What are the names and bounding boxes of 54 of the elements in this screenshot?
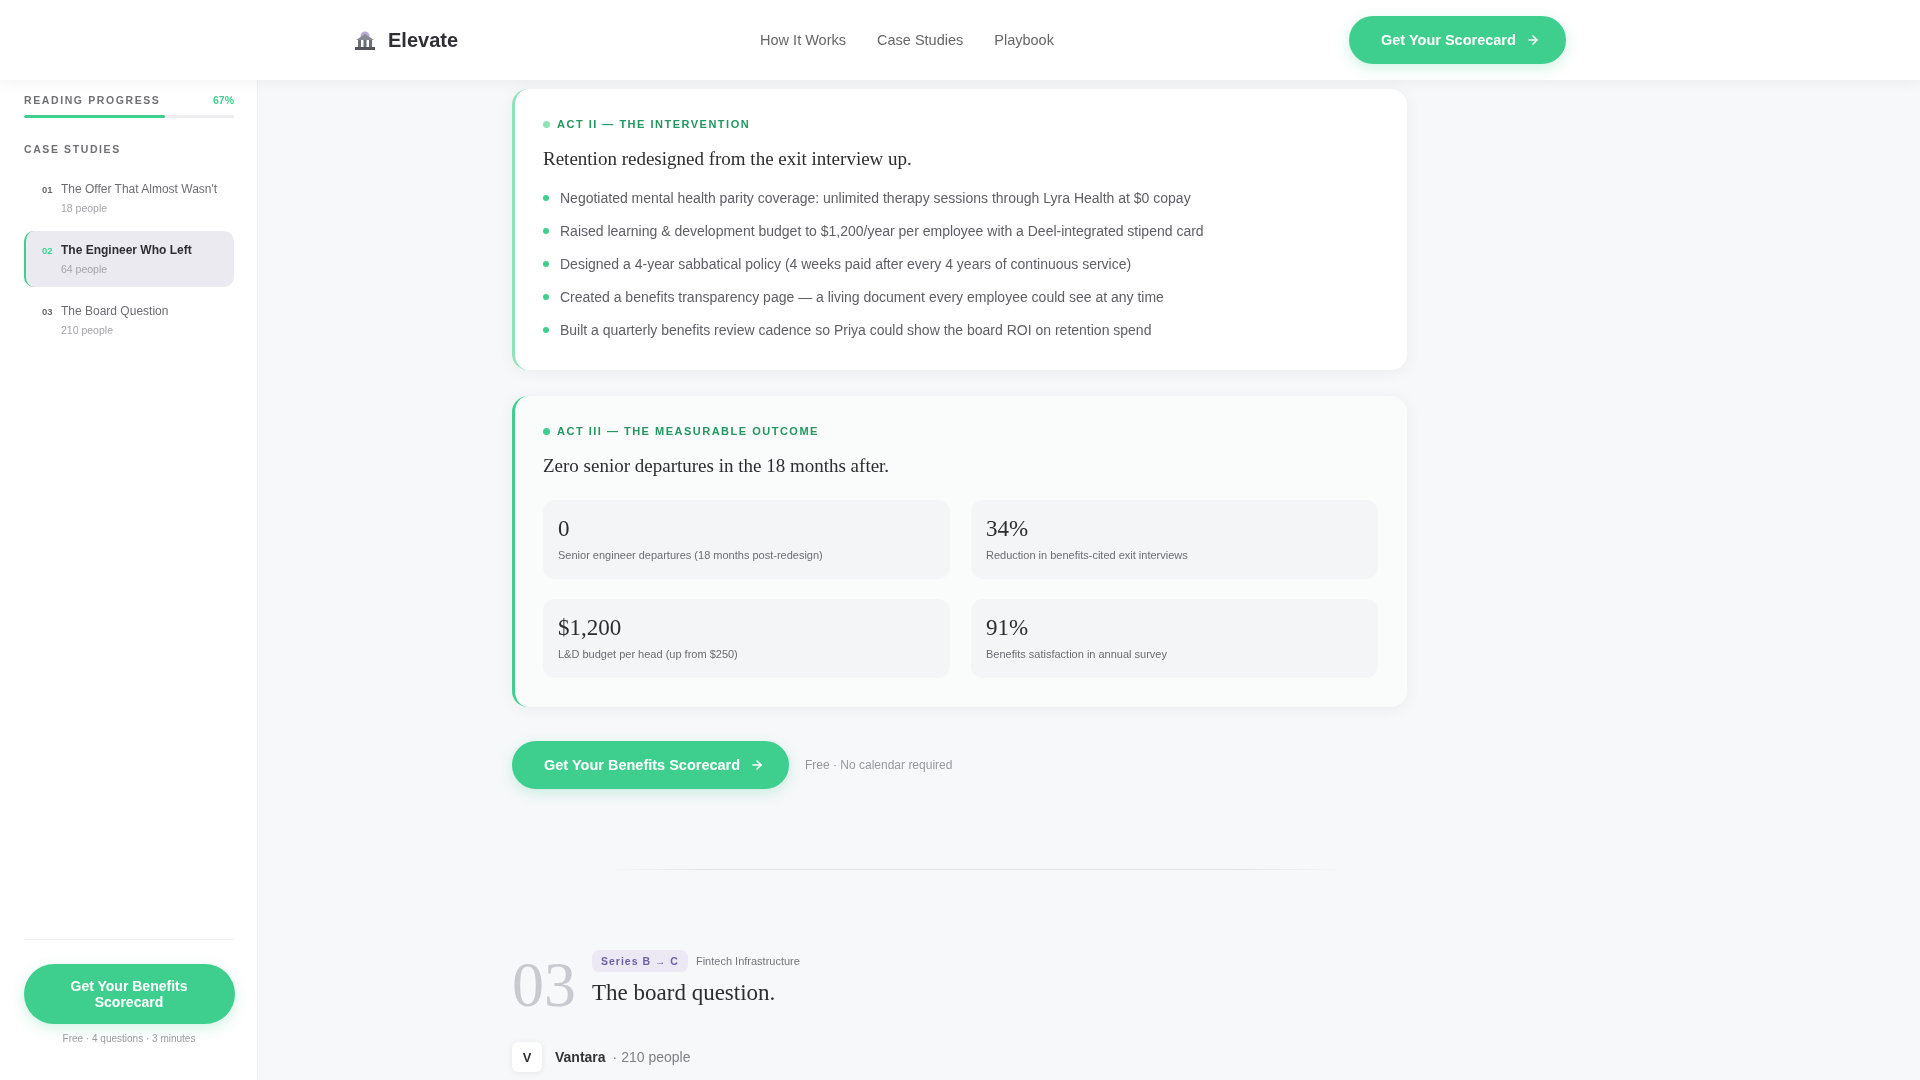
item-number: 01 <box>42 183 54 197</box>
company-meta: · 210 people <box>612 1049 691 1065</box>
progress-label: READING PROGRESS <box>24 94 161 106</box>
bullet-icon <box>543 261 549 267</box>
stat-caption: Reduction in benefits-cited exit interviews <box>986 548 1189 563</box>
bullet-text: Raised learning & development budget to $1,200/year per employee with a Deel-integrated stipend card <box>560 223 1204 239</box>
progress-reading: 67% <box>213 94 234 106</box>
stat-caption: Benefits satisfaction in annual survey <box>986 647 1168 662</box>
act-label: ACT II — THE INTERVENTION <box>557 118 751 130</box>
industry-label: Fintech Infrastructure <box>695 955 800 967</box>
act-headline: Zero senior departures in the 18 months after. <box>543 454 891 478</box>
item-meta: 64 people <box>61 262 109 277</box>
item-meta: 18 people <box>61 201 109 216</box>
case-study-item[interactable]: 01 The Offer That Almost Wasn't 18 people <box>24 170 234 226</box>
case-title: The board question. <box>592 979 777 1007</box>
case-study-item[interactable]: 02 The Engineer Who Left 64 people <box>24 231 234 287</box>
building-icon <box>354 30 376 50</box>
bullet-icon <box>543 195 549 201</box>
bullet-icon <box>543 327 549 333</box>
stat-value: 34% <box>986 515 1030 543</box>
act-headline: Retention redesigned from the exit interview up. <box>543 147 913 171</box>
status-dot-icon <box>543 120 550 128</box>
stat-caption: L&D budget per head (up from $250) <box>558 647 739 662</box>
bullet-text: Designed a 4-year sabbatical policy (4 weeks paid after every 4 years of continuous service) <box>560 256 1132 272</box>
item-title: The Offer That Almost Wasn't <box>61 181 219 198</box>
company-name: Vantara <box>555 1049 606 1065</box>
case-study-item[interactable]: 03 The Board Question 210 people <box>24 292 234 348</box>
item-title: The Board Question <box>61 303 170 320</box>
status-dot-icon <box>543 427 550 435</box>
bullet-icon <box>543 228 549 234</box>
bullet-text: Negotiated mental health parity coverage: unlimited therapy sessions through Lyra Health at $0 copay <box>560 190 1191 206</box>
item-number: 02 <box>42 244 54 258</box>
stat-caption: Senior engineer departures (18 months post-redesign) <box>558 548 824 563</box>
act-label: ACT III — THE MEASURABLE OUTCOME <box>557 425 819 437</box>
item-meta: 210 people <box>61 323 114 338</box>
nav-link[interactable]: Case Studies <box>877 32 964 48</box>
cta-note: Free · No calendar required <box>805 758 953 772</box>
item-title: The Engineer Who Left <box>61 242 193 259</box>
company-initial: V <box>512 1042 542 1072</box>
bullet-text: Created a benefits transparency page — a living document every employee could see at any time <box>560 289 1164 305</box>
arrow-right-icon <box>1525 33 1540 47</box>
item-number: 03 <box>42 305 54 319</box>
section-title: CASE STUDIES <box>24 142 122 156</box>
bullet-icon <box>543 294 549 300</box>
funding-tag: Series B → C <box>592 950 688 972</box>
cta-note: Free · 4 questions · 3 minutes <box>62 1032 196 1046</box>
stat-value: 91% <box>986 614 1030 642</box>
arrow-right-icon <box>750 758 765 772</box>
stat-value: $1,200 <box>558 614 623 642</box>
brand-name: Elevate <box>388 28 459 52</box>
nav-link[interactable]: How It Works <box>760 32 846 48</box>
nav-link[interactable]: Playbook <box>994 32 1054 48</box>
stat-value: 0 <box>558 515 571 543</box>
bullet-text: Built a quarterly benefits review cadence so Priya could show the board ROI on retention spend <box>560 322 1152 338</box>
